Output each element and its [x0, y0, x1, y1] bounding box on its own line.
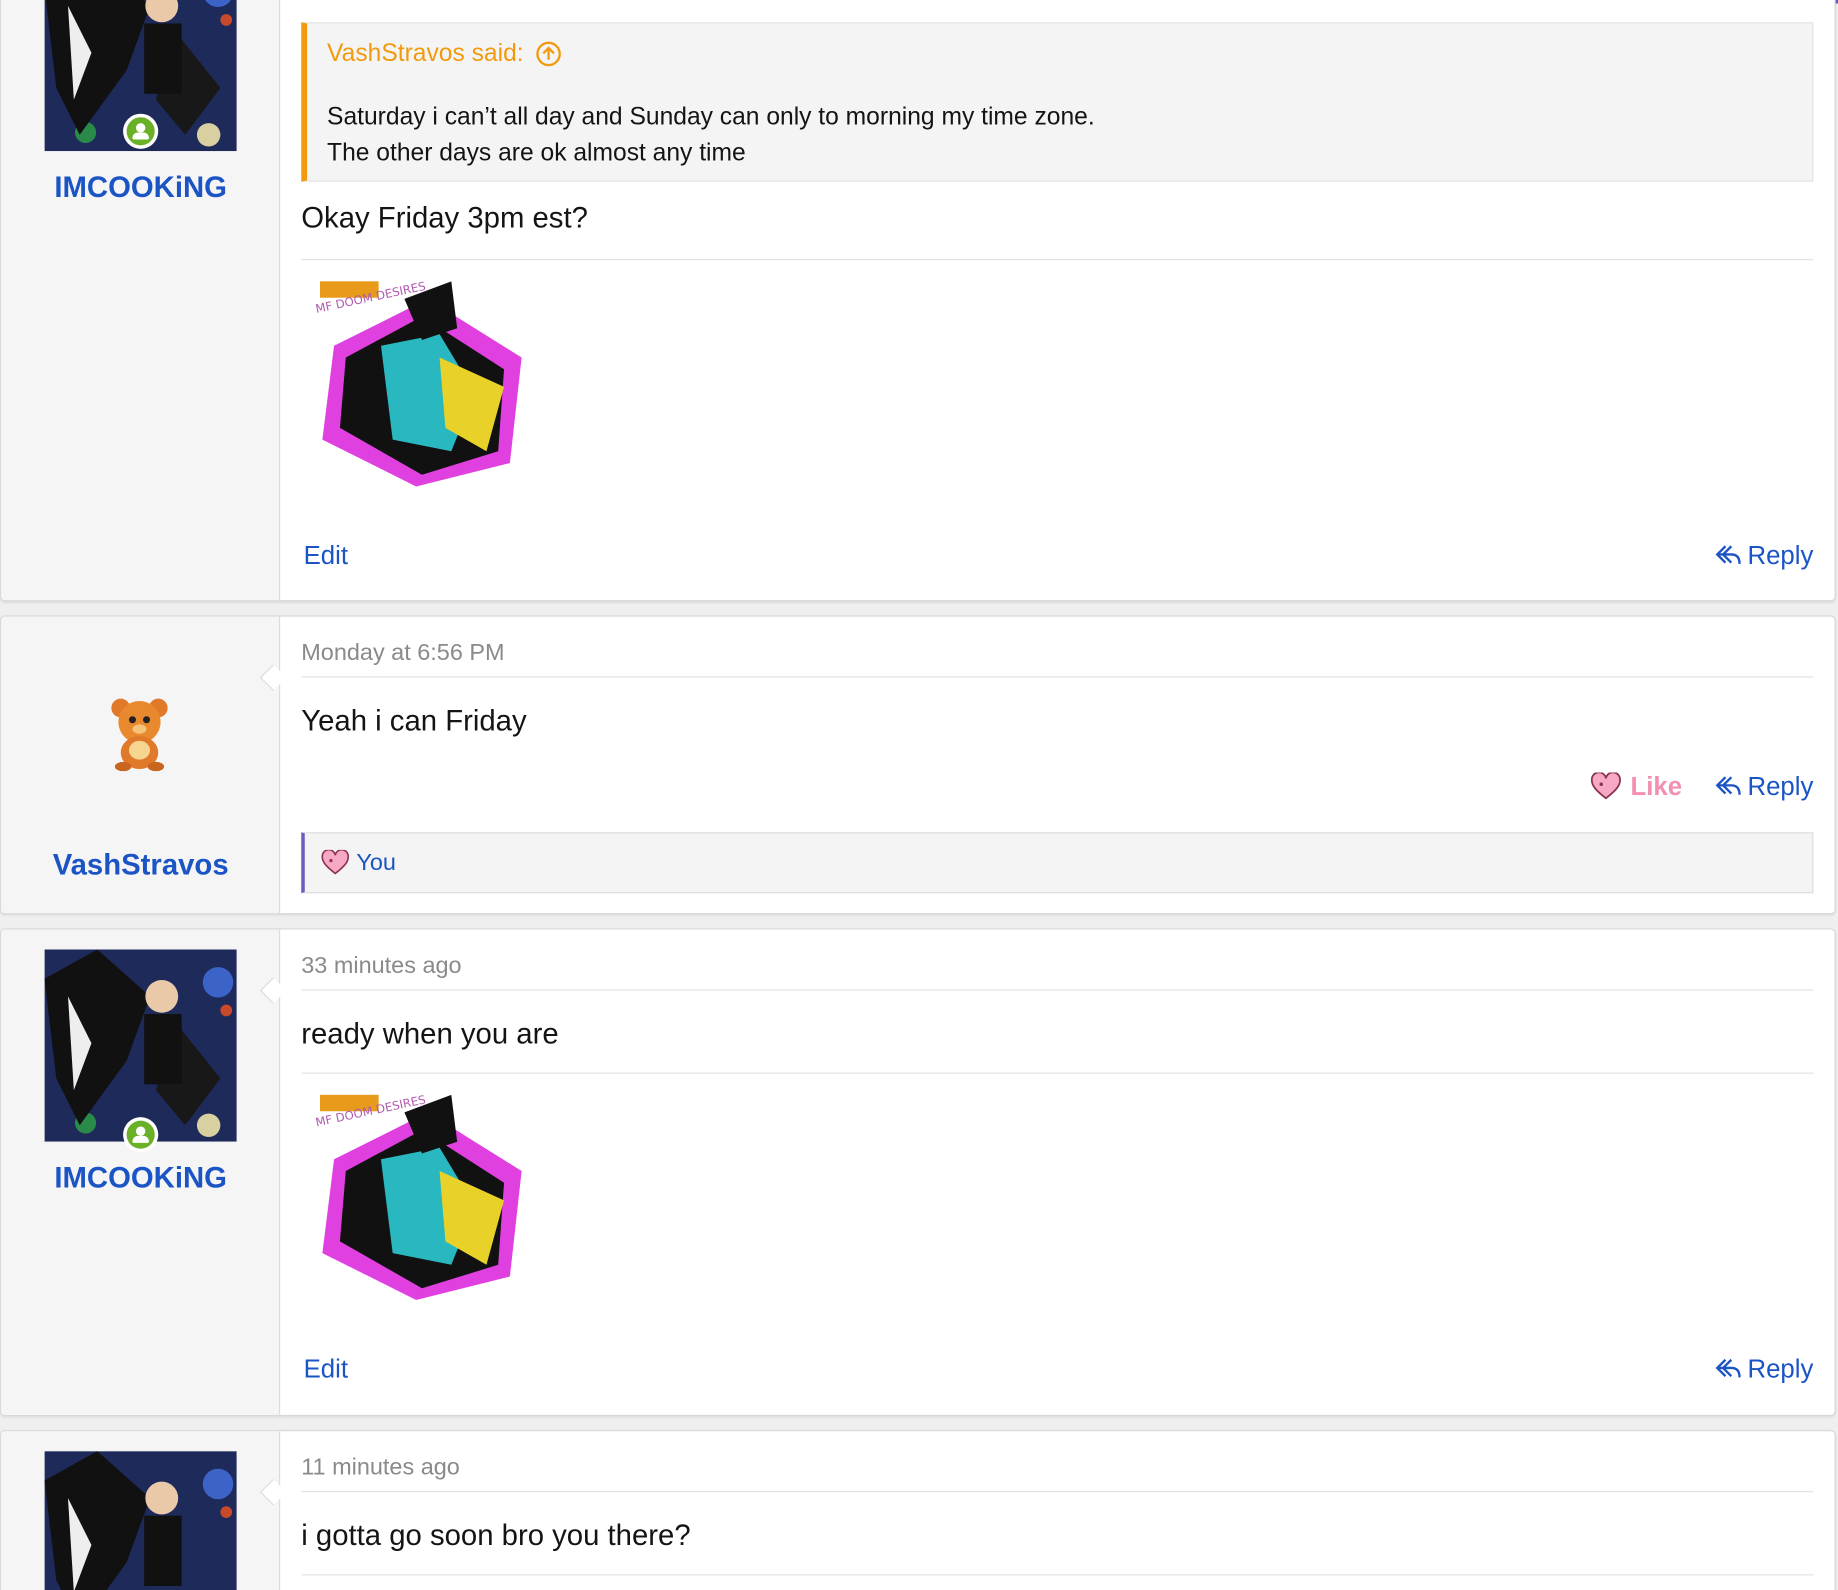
quote-author[interactable]: VashStravos said:: [327, 40, 561, 68]
message-post: IMCOOKiNG 33 minutes ago ready when you …: [0, 928, 1836, 1417]
like-icon: [321, 849, 349, 875]
edit-button[interactable]: Edit: [304, 1354, 348, 1384]
avatar[interactable]: [109, 696, 170, 777]
date-divider: [301, 1491, 1814, 1493]
message-text: i gotta go soon bro you there?: [301, 1519, 691, 1552]
signature-divider: [301, 259, 1814, 261]
date-divider: [301, 676, 1814, 678]
thread-view: IMCOOKiNG VashStravos said: Saturday i c…: [0, 0, 1838, 1590]
message-post: VashStravos Monday at 6:56 PM Yeah i can…: [0, 615, 1836, 915]
avatar-image: [44, 949, 237, 1142]
avatar-image: [111, 698, 168, 772]
signature-image: MF DOOM DESIRES: [311, 275, 541, 493]
signature-divider: [301, 1574, 1814, 1576]
edit-button[interactable]: Edit: [304, 540, 348, 570]
reply-button[interactable]: Reply: [1715, 540, 1814, 570]
reply-icon: [1715, 1358, 1741, 1378]
post-date[interactable]: 33 minutes ago: [301, 953, 461, 980]
online-status-icon: [123, 1117, 159, 1153]
reply-icon: [1715, 776, 1741, 795]
message-text: Yeah i can Friday: [301, 704, 527, 738]
reply-label: Reply: [1747, 771, 1814, 801]
reply-label: Reply: [1747, 540, 1814, 570]
user-cell: IMCOOKiNG: [1, 0, 281, 601]
reply-label: Reply: [1747, 1353, 1814, 1384]
signature-divider: [301, 1072, 1814, 1074]
avatar[interactable]: [44, 949, 237, 1142]
post-username[interactable]: IMCOOKiNG: [1, 171, 280, 205]
reply-icon: [1715, 545, 1741, 564]
message-text: Okay Friday 3pm est?: [301, 201, 588, 235]
message-text: ready when you are: [301, 1017, 559, 1051]
avatar-image: [44, 1451, 237, 1590]
jump-to-quote-icon[interactable]: [535, 41, 561, 67]
reactions-text[interactable]: You: [356, 849, 396, 876]
online-status-icon: [123, 113, 159, 149]
avatar[interactable]: [44, 1451, 237, 1590]
date-divider: [301, 989, 1814, 991]
signature-image: MF DOOM DESIRES: [311, 1089, 541, 1307]
quote-text: Saturday i can’t all day and Sunday can …: [327, 98, 1095, 171]
quote-line: Saturday i can’t all day and Sunday can …: [327, 103, 1095, 131]
quote-author-text: VashStravos said:: [327, 39, 524, 67]
like-label: Like: [1630, 771, 1683, 801]
message-post: IMCOOKiNG VashStravos said: Saturday i c…: [0, 0, 1836, 602]
like-button[interactable]: Like: [1590, 771, 1683, 801]
reply-button[interactable]: Reply: [1715, 1353, 1814, 1384]
user-cell: VashStravos: [1, 616, 281, 914]
reply-button[interactable]: Reply: [1715, 771, 1814, 801]
post-date[interactable]: Monday at 6:56 PM: [301, 640, 504, 667]
quote-line: The other days are ok almost any time: [327, 139, 746, 167]
user-cell: IMCOOKiNG: [1, 929, 281, 1415]
message-post: 11 minutes ago i gotta go soon bro you t…: [0, 1430, 1836, 1590]
like-icon: [1590, 772, 1621, 800]
user-cell: [1, 1431, 281, 1590]
post-username[interactable]: VashStravos: [1, 849, 280, 883]
post-username[interactable]: IMCOOKiNG: [1, 1162, 280, 1196]
quote-block: VashStravos said: Saturday i can’t all d…: [301, 22, 1814, 182]
post-date[interactable]: 11 minutes ago: [301, 1455, 460, 1482]
reactions-bar[interactable]: You: [301, 832, 1814, 894]
